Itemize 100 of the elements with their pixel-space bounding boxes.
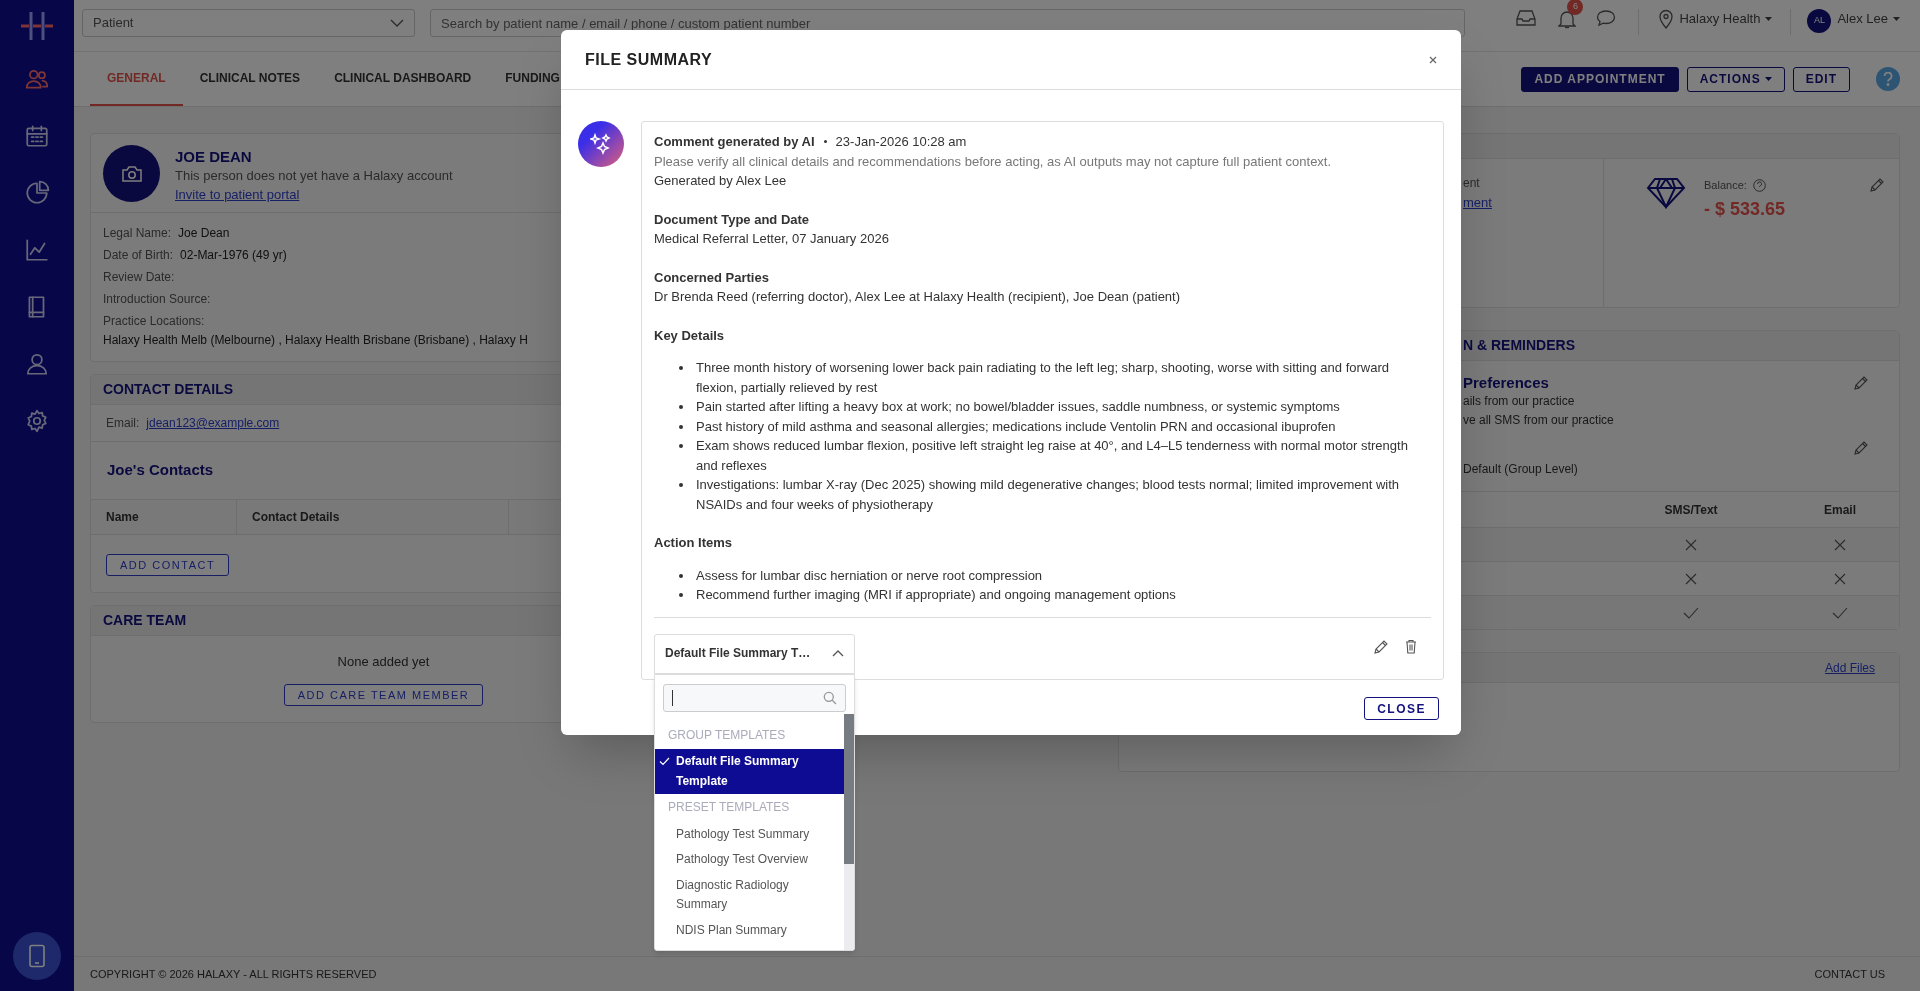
patient-select[interactable]: Patient xyxy=(82,9,415,37)
edit-icon[interactable] xyxy=(1869,177,1885,193)
invite-link[interactable]: Invite to patient portal xyxy=(175,185,300,204)
add-care-team-button[interactable]: ADD CARE TEAM MEMBER xyxy=(283,683,484,706)
help-icon[interactable] xyxy=(1752,178,1766,192)
scrollbar-thumb[interactable] xyxy=(844,713,854,864)
bullet-text: Assess for lumbar disc herniation or nerve root compression xyxy=(696,566,1043,585)
action-button[interactable]: EDIT xyxy=(1792,66,1850,92)
bullet-icon xyxy=(679,424,683,429)
template-option[interactable]: Pathology Test Summary xyxy=(655,821,844,847)
template-search-field[interactable] xyxy=(663,683,846,712)
close-icon[interactable] xyxy=(1429,55,1437,64)
template-option[interactable]: NDIS Plan Summary xyxy=(655,917,844,943)
template-option[interactable]: Default File Summary Template xyxy=(655,749,844,794)
copyright-text: COPYRIGHT © 2026 HALAXY - ALL RIGHTS RESERVED xyxy=(90,966,377,982)
edit-icon[interactable] xyxy=(1853,440,1869,456)
field-label: Practice Locations: xyxy=(103,313,206,330)
tab[interactable]: CLINICAL NOTES xyxy=(182,52,318,106)
search-icon xyxy=(823,690,837,705)
tablet-icon xyxy=(27,944,47,968)
chevron-down-icon xyxy=(390,19,404,27)
user-menu[interactable]: Alex Lee xyxy=(1837,9,1900,29)
user-avatar[interactable]: AL xyxy=(1807,9,1832,33)
tab[interactable]: FUNDING xyxy=(488,52,577,106)
chat-icon[interactable] xyxy=(1596,9,1617,27)
add-files-link[interactable]: Add Files xyxy=(1824,658,1875,677)
bullet-text: Pain started after lifting a heavy box at work; no bowel/bladder issues, saddle numbness, or systemic symptoms xyxy=(696,398,1340,416)
caret-icon xyxy=(1765,16,1773,21)
practice-menu[interactable]: Halaxy Health xyxy=(1679,9,1773,29)
line-chart-icon[interactable] xyxy=(24,237,50,263)
column-header: Email xyxy=(1824,501,1856,519)
chevron-up-icon xyxy=(832,650,844,657)
close-button[interactable]: CLOSE xyxy=(1364,697,1439,720)
group-label: GROUP TEMPLATES xyxy=(667,726,787,744)
section-title: Joe's Contacts xyxy=(107,460,214,481)
help-icon[interactable] xyxy=(1876,67,1900,91)
bullet-text: Recommend further imaging (MRI if appropriate) and ongoing management options xyxy=(696,586,1176,604)
delete-icon[interactable] xyxy=(1405,639,1417,654)
template-select[interactable]: Default File Summary T… xyxy=(654,633,855,674)
field-value: Joe Dean xyxy=(178,225,230,242)
balance-label: Balance: xyxy=(1704,178,1747,193)
contact-link[interactable]: CONTACT US xyxy=(1814,965,1885,983)
section-heading: Action Items xyxy=(654,534,732,552)
bell-icon[interactable] xyxy=(1558,9,1577,29)
bullet-icon xyxy=(679,366,683,370)
group-label: PRESET TEMPLATES xyxy=(667,799,791,816)
scrollbar[interactable] xyxy=(844,713,854,950)
card-title: CONTACT DETAILS xyxy=(103,380,234,399)
text-fragment: ent xyxy=(1463,175,1480,192)
column-header: Name xyxy=(106,509,139,526)
bullet-text: Investigations: lumbar X-ray (Dec 2025) showing mild degenerative changes; blood tests normal; limited improvement with NSAIDs and four weeks of physiotherapy xyxy=(696,476,1401,514)
calendar-icon[interactable] xyxy=(24,123,50,149)
settings-icon[interactable] xyxy=(24,408,50,434)
photo-placeholder[interactable] xyxy=(103,145,160,202)
pie-chart-icon[interactable] xyxy=(24,180,50,206)
inbox-icon[interactable] xyxy=(1516,9,1537,27)
bullet-text: Past history of mild asthma and seasonal allergies; medications include Ventolin PRN and occasional ibuprofen xyxy=(696,417,1336,436)
empty-message: None added yet xyxy=(337,653,430,672)
field-label: Legal Name: xyxy=(103,225,172,242)
template-option[interactable]: Diagnostic Radiology Summary xyxy=(655,872,844,918)
generated-by: Generated by Alex Lee xyxy=(654,172,788,190)
comment-author: Comment generated by AI xyxy=(654,133,815,151)
bullet-icon xyxy=(679,573,683,578)
section-heading: Key Details xyxy=(654,326,725,345)
bullet-icon xyxy=(679,444,683,448)
field-label: Email: xyxy=(106,415,140,432)
actions-menu-button[interactable]: ACTIONS xyxy=(1686,66,1785,92)
card-title: CARE TEAM xyxy=(103,611,187,631)
section-heading: Concerned Parties xyxy=(654,268,769,287)
check-icon xyxy=(659,757,670,766)
template-option[interactable]: Pathology Test Overview xyxy=(655,847,844,873)
preference-text: ails from our practice xyxy=(1463,393,1575,410)
edit-icon[interactable] xyxy=(1373,638,1389,655)
diamond-icon xyxy=(1646,177,1686,209)
bullet-icon xyxy=(679,483,683,487)
email-link[interactable]: jdean123@example.com xyxy=(146,414,280,432)
user-icon[interactable] xyxy=(24,351,50,377)
notification-badge: 6 xyxy=(1567,0,1584,15)
add-contact-button[interactable]: ADD CONTACT xyxy=(106,554,230,577)
group-setting: Default (Group Level) xyxy=(1463,461,1578,478)
patient-name: JOE DEAN xyxy=(175,147,253,166)
sparkle-icon xyxy=(590,133,612,155)
tab[interactable]: CLINICAL DASHBOARD xyxy=(317,52,489,106)
section-heading: Document Type and Date xyxy=(654,210,810,229)
bullet-icon xyxy=(679,405,683,409)
bullet-icon xyxy=(679,593,683,597)
tablet-button[interactable] xyxy=(13,932,61,980)
section-text: Medical Referral Letter, 07 January 2026 xyxy=(654,230,889,248)
ai-disclaimer: Please verify all clinical details and recommendations before acting, as AI outputs may not capture full patient context. xyxy=(654,152,1333,171)
caret-icon xyxy=(1764,77,1772,81)
bullet-text: Exam shows reduced lumbar flexion, positive left straight leg raise at 40°, and L4–L5 tenderness with normal motor strength and reflexes xyxy=(696,437,1409,475)
field-label: Date of Birth: xyxy=(103,247,174,264)
edit-icon[interactable] xyxy=(1853,374,1869,391)
dialog-title: FILE SUMMARY xyxy=(585,49,713,70)
search-field[interactable]: Search by patient name / email / phone / custom patient number xyxy=(430,9,1465,37)
column-header: Contact Details xyxy=(252,509,340,526)
preference-text: ve all SMS from our practice xyxy=(1463,412,1614,429)
action-button[interactable]: ADD APPOINTMENT xyxy=(1521,66,1679,92)
logo-icon[interactable] xyxy=(20,10,54,42)
link-fragment[interactable]: ment xyxy=(1463,193,1492,213)
